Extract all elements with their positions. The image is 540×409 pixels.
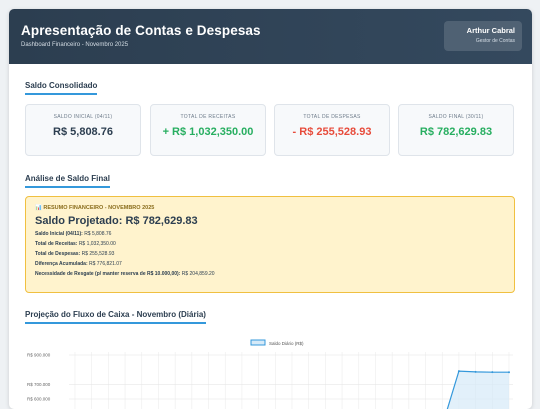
data-point [491, 371, 494, 374]
metric-value: - R$ 255,528.93 [292, 126, 372, 138]
y-tick-label: R$ 600.000 [27, 397, 51, 402]
summary-row: Total de Despesas: R$ 255,528.93 [35, 251, 505, 257]
summary-row-label: Total de Despesas: [35, 251, 81, 257]
section-title-projecao: Projeção do Fluxo de Caixa - Novembro (D… [25, 310, 206, 324]
summary-row-label: Necessidade de Resgate (p/ manter reserv… [35, 271, 181, 277]
metric-card-total-despesas: TOTAL DE DESPESAS - R$ 255,528.93 [274, 104, 390, 156]
summary-row-value: R$ 204,859.20 [181, 271, 215, 277]
summary-box: 📊 RESUMO FINANCEIRO - NOVEMBRO 2025 Sald… [25, 196, 515, 293]
metric-label: SALDO INICIAL (04/11) [53, 114, 113, 120]
metric-card-saldo-inicial: SALDO INICIAL (04/11) R$ 5,808.76 [25, 104, 141, 156]
metric-label: TOTAL DE DESPESAS [303, 114, 361, 120]
legend-swatch [250, 339, 266, 346]
data-point [508, 371, 510, 374]
data-point [474, 370, 477, 373]
metric-label: SALDO FINAL (30/11) [428, 114, 484, 120]
summary-row-value: R$ 255,528.93 [81, 251, 115, 257]
summary-row: Total de Receitas: R$ 1,032,350.00 [35, 241, 505, 247]
metric-label: TOTAL DE RECEITAS [180, 114, 236, 120]
cash-flow-chart: Saldo Diário (R$) R$ 900.000 R$ 700.000 R$ … [25, 336, 515, 409]
summary-row-value: R$ 776,821.07 [89, 261, 122, 267]
user-name: Arthur Cabral [466, 26, 515, 35]
legend-label: Saldo Diário (R$) [269, 341, 304, 346]
summary-heading: 📊 RESUMO FINANCEIRO - NOVEMBRO 2025 [35, 205, 155, 211]
summary-row: Diferença Acumulada: R$ 776,821.07 [35, 261, 505, 267]
dashboard-header: Apresentação de Contas e Despesas Dashbo… [9, 9, 532, 64]
summary-row: Necessidade de Resgate (p/ manter reserv… [35, 271, 505, 277]
page-subtitle: Dashboard Financeiro - Novembro 2025 [21, 42, 129, 48]
summary-row-label: Saldo Inicial (04/11): [35, 231, 83, 237]
y-tick-label: R$ 900.000 [27, 353, 51, 358]
summary-row-value: R$ 1,032,350.00 [78, 241, 116, 247]
summary-row-label: Total de Receitas: [35, 241, 78, 247]
summary-row-value: R$ 5,808.76 [84, 231, 112, 237]
user-role: Gestor de Contas [475, 38, 515, 44]
projected-balance: Saldo Projetado: R$ 782,629.83 [35, 215, 198, 227]
metric-value: + R$ 1,032,350.00 [162, 126, 254, 138]
data-point [457, 370, 460, 373]
metric-value: R$ 5,808.76 [53, 126, 113, 138]
summary-row: Saldo Inicial (04/11): R$ 5,808.76 [35, 231, 505, 237]
y-tick-label: R$ 700.000 [27, 382, 51, 387]
dashboard-card: Apresentação de Contas e Despesas Dashbo… [9, 9, 532, 409]
page-title: Apresentação de Contas e Despesas [21, 23, 261, 38]
section-title-analise: Análise de Saldo Final [25, 174, 110, 188]
section-title-saldo: Saldo Consolidado [25, 81, 98, 95]
cash-flow-chart-svg: Saldo Diário (R$) R$ 900.000 R$ 700.000 R$ … [27, 339, 513, 409]
metric-value: R$ 782,629.83 [419, 126, 493, 138]
summary-row-label: Diferença Acumulada: [35, 261, 88, 267]
metric-card-total-receitas: TOTAL DE RECEITAS + R$ 1,032,350.00 [150, 104, 266, 156]
metric-card-saldo-final: SALDO FINAL (30/11) R$ 782,629.83 [398, 104, 514, 156]
user-profile[interactable]: Arthur Cabral Gestor de Contas [444, 21, 522, 51]
